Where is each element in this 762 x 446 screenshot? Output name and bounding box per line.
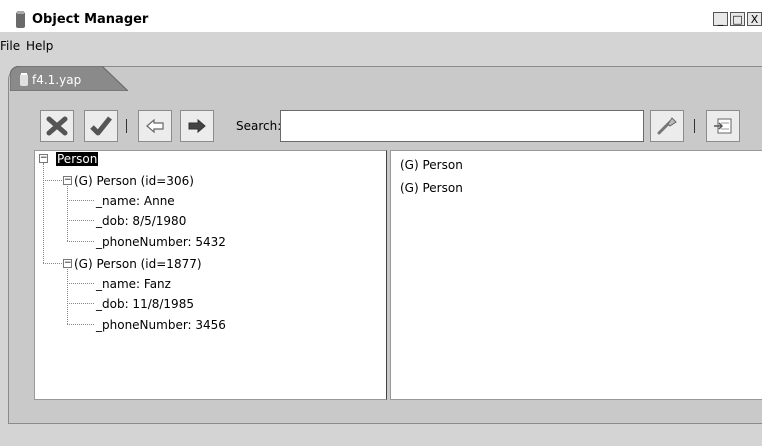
tree-field-node[interactable]: _dob: 11/8/1985 bbox=[96, 297, 194, 311]
apply-button[interactable] bbox=[84, 110, 118, 142]
forward-button[interactable] bbox=[180, 110, 214, 142]
collapse-icon[interactable]: − bbox=[63, 176, 72, 185]
tree-connector bbox=[67, 241, 94, 242]
list-item[interactable]: (G) Person bbox=[400, 158, 463, 172]
query-icon bbox=[657, 117, 677, 135]
window-title: Object Manager bbox=[32, 12, 149, 27]
tree-field-node[interactable]: _name: Fanz bbox=[96, 277, 171, 291]
tab-label: f4.1.yap bbox=[32, 73, 82, 87]
tree-field-node[interactable]: _dob: 8/5/1980 bbox=[96, 214, 186, 228]
window-controls: _ □ X bbox=[713, 12, 762, 28]
tree-object-node[interactable]: (G) Person (id=1877) bbox=[74, 257, 202, 271]
tree-root[interactable]: Person bbox=[56, 152, 99, 166]
search-input[interactable] bbox=[280, 110, 644, 142]
collapse-icon[interactable]: − bbox=[63, 259, 72, 268]
query-button[interactable] bbox=[650, 110, 684, 142]
back-icon bbox=[146, 118, 164, 134]
check-icon bbox=[90, 116, 112, 136]
tree-connector bbox=[67, 283, 94, 284]
delete-button[interactable] bbox=[40, 110, 74, 142]
tree-field-node[interactable]: _phoneNumber: 3456 bbox=[96, 318, 226, 332]
tree-connector bbox=[43, 263, 62, 264]
export-icon bbox=[714, 118, 732, 134]
tree-field-node[interactable]: _phoneNumber: 5432 bbox=[96, 235, 226, 249]
maximize-button[interactable]: □ bbox=[730, 12, 745, 26]
tree-connector bbox=[67, 186, 68, 241]
title-bar: Object Manager _ □ X bbox=[0, 0, 762, 32]
tree-connector bbox=[67, 303, 94, 304]
file-icon bbox=[20, 73, 28, 86]
tree-object-node[interactable]: (G) Person (id=306) bbox=[74, 174, 194, 188]
list-item[interactable]: (G) Person bbox=[400, 181, 463, 195]
tree-connector bbox=[43, 163, 44, 263]
tree-connector bbox=[67, 324, 94, 325]
tree-connector bbox=[43, 180, 62, 181]
export-button[interactable] bbox=[706, 110, 740, 142]
back-button[interactable] bbox=[138, 110, 172, 142]
search-label: Search: bbox=[236, 119, 282, 133]
menu-bar: File Help bbox=[0, 32, 762, 58]
tree-root-label: Person bbox=[56, 152, 99, 166]
tree-connector bbox=[67, 220, 94, 221]
tree-connector bbox=[67, 200, 94, 201]
app-icon bbox=[16, 11, 25, 28]
minimize-button[interactable]: _ bbox=[713, 12, 728, 26]
collapse-icon[interactable]: − bbox=[39, 154, 48, 163]
close-button[interactable]: X bbox=[747, 12, 762, 26]
toolbar-separator bbox=[694, 119, 695, 133]
tree-connector bbox=[67, 269, 68, 324]
menu-help[interactable]: Help bbox=[26, 39, 53, 53]
menu-file[interactable]: File bbox=[0, 39, 20, 53]
forward-icon bbox=[188, 118, 206, 134]
tree-field-node[interactable]: _name: Anne bbox=[96, 194, 175, 208]
delete-icon bbox=[46, 116, 68, 136]
toolbar-separator bbox=[126, 119, 127, 133]
